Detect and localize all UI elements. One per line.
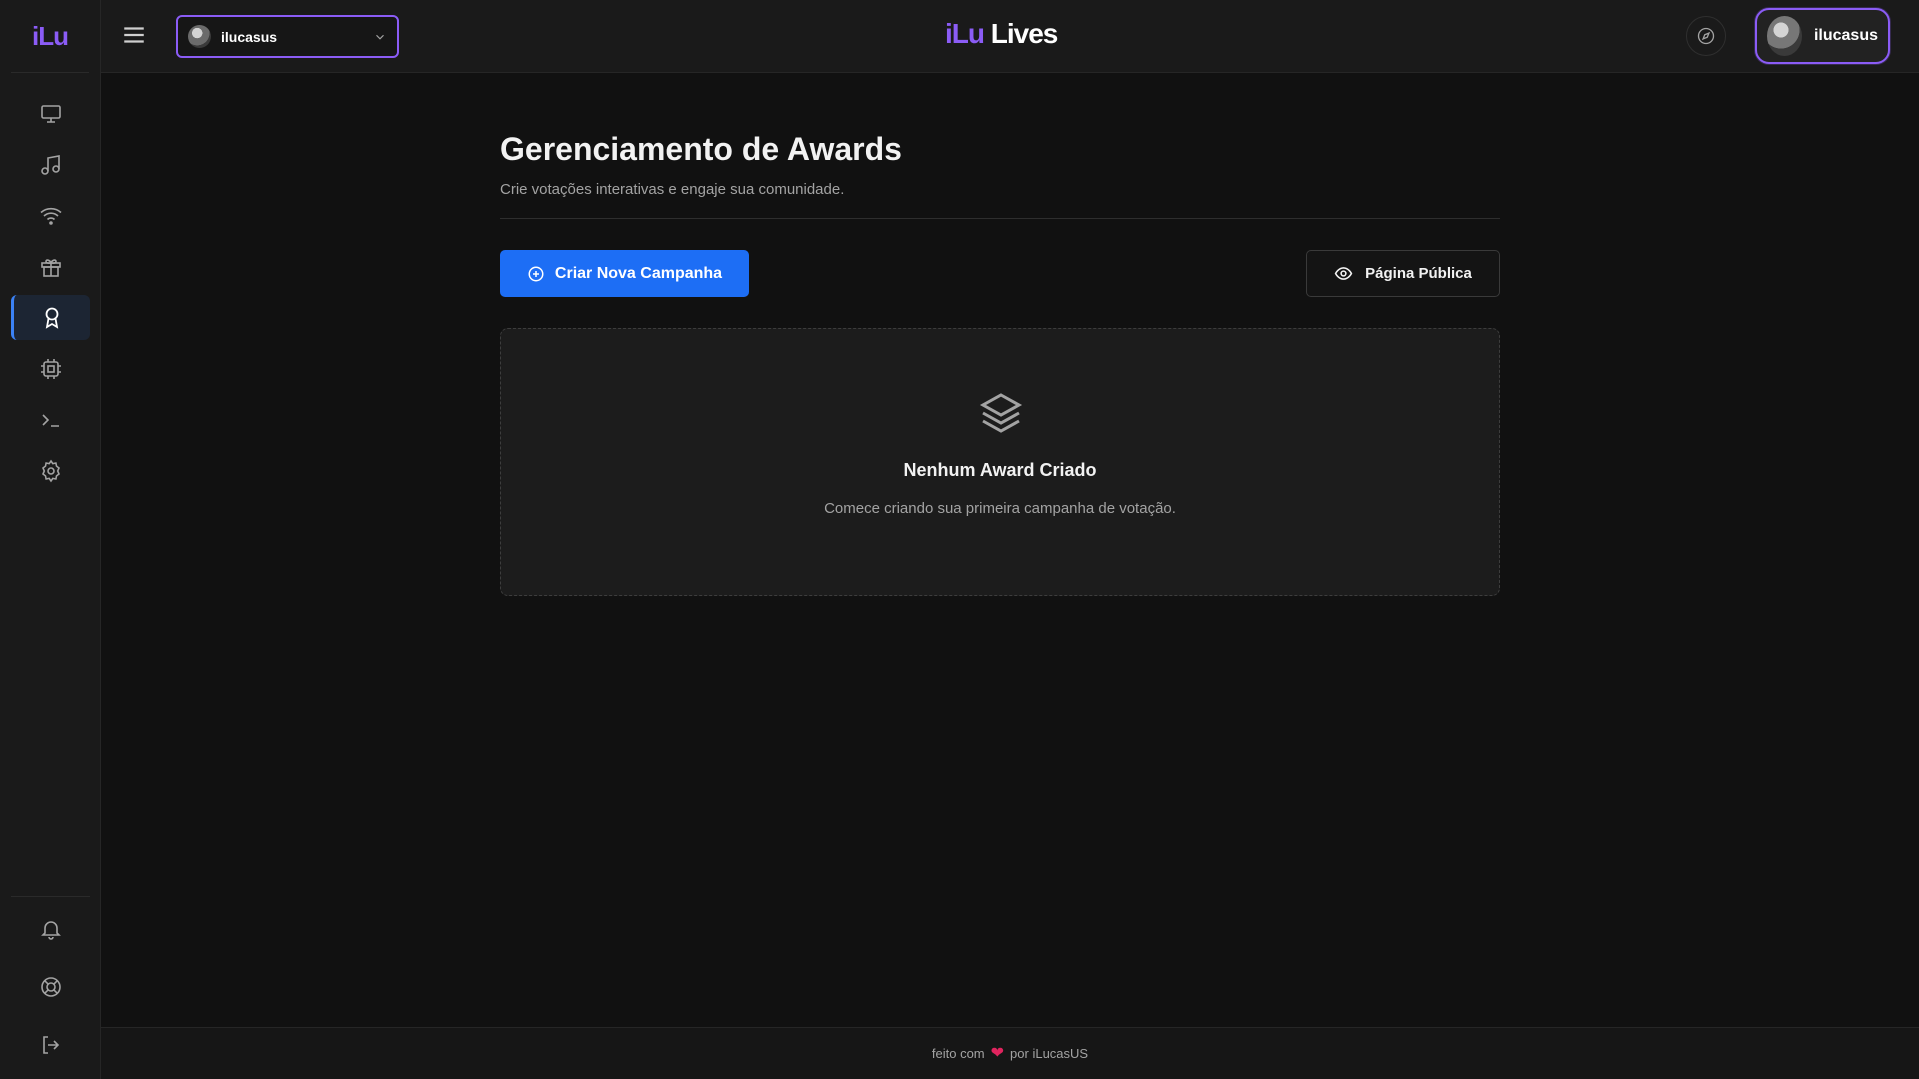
plus-circle-icon (528, 266, 544, 281)
top-header: ilucasus iLu Lives ilucasus (101, 0, 1919, 73)
sidebar-item-terminal[interactable] (11, 397, 90, 442)
account-select-value: ilucasus (221, 28, 278, 45)
public-page-label: Página Pública (1365, 265, 1472, 282)
heart-icon: ❤ (990, 1044, 1005, 1062)
account-avatar (188, 25, 211, 48)
logo-container: iLu (11, 0, 89, 73)
footer-prefix: feito com (931, 1046, 985, 1061)
sidebar-item-wifi[interactable] (11, 193, 90, 238)
sidebar-item-support[interactable] (11, 964, 90, 1009)
user-name: ilucasus (1813, 27, 1878, 44)
page-title: Gerenciamento de Awards (500, 131, 902, 167)
sidebar-item-cpu[interactable] (11, 346, 90, 391)
footer-suffix: por iLucasUS (1010, 1046, 1089, 1061)
layers-icon (979, 393, 1023, 433)
user-avatar (1767, 16, 1802, 56)
sidebar-nav (0, 91, 100, 499)
award-icon (45, 307, 59, 329)
brand-suffix: Lives (990, 18, 1059, 49)
chevron-down-icon (376, 34, 384, 40)
sidebar-bottom (11, 896, 90, 1079)
sidebar-item-gift[interactable] (11, 244, 90, 289)
hamburger-menu-button[interactable] (121, 22, 147, 48)
user-menu-button[interactable]: ilucasus (1755, 8, 1890, 64)
sidebar-item-monitor[interactable] (11, 91, 90, 136)
public-page-button[interactable]: Página Pública (1306, 250, 1500, 297)
footer: feito com ❤ por iLucasUS (101, 1027, 1919, 1079)
menu-icon (124, 27, 144, 43)
empty-state-text: Comece criando sua primeira campanha de … (824, 500, 1176, 517)
sidebar-item-notifications[interactable] (11, 906, 90, 951)
sidebar-item-music[interactable] (11, 142, 90, 187)
logout-icon (42, 1035, 59, 1054)
page-subtitle: Crie votações interativas e engaje sua c… (500, 181, 845, 198)
lifebuoy-icon (40, 976, 61, 997)
monitor-icon (40, 104, 61, 123)
bell-icon (40, 920, 61, 940)
cpu-icon (40, 358, 61, 379)
gift-icon (40, 258, 61, 277)
gear-icon (41, 459, 60, 482)
app-logo[interactable]: iLu (32, 21, 69, 52)
empty-state-title: Nenhum Award Criado (903, 460, 1097, 480)
sidebar-item-logout[interactable] (11, 1022, 90, 1067)
music-icon (40, 154, 60, 175)
section-divider (500, 218, 1500, 219)
terminal-icon (41, 413, 59, 427)
account-select[interactable]: ilucasus (176, 15, 399, 58)
sidebar: iLu (0, 0, 101, 1079)
eye-icon (1334, 267, 1353, 280)
sidebar-item-awards[interactable] (11, 295, 90, 340)
create-campaign-button[interactable]: Criar Nova Campanha (500, 250, 749, 297)
brand-logo[interactable]: iLu Lives (945, 18, 1059, 50)
compass-icon (1697, 27, 1715, 45)
brand-prefix: iLu (945, 18, 985, 49)
sidebar-item-settings[interactable] (11, 448, 90, 493)
create-campaign-label: Criar Nova Campanha (554, 264, 723, 282)
empty-state-card: Nenhum Award Criado Comece criando sua p… (500, 328, 1500, 596)
explore-button[interactable] (1686, 16, 1726, 56)
wifi-icon (39, 207, 62, 225)
